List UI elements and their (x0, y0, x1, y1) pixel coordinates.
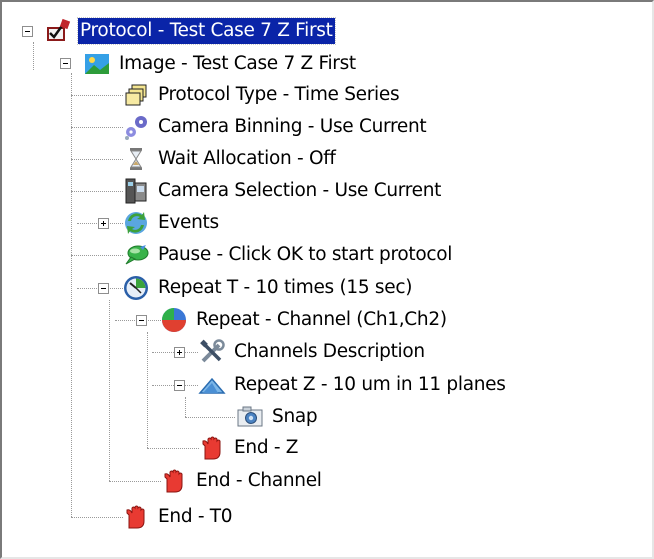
tree-connector (71, 127, 123, 128)
tree-item-label: Wait Allocation - Off (158, 148, 336, 169)
hand-icon (160, 467, 188, 495)
tree-item-channels-description[interactable]: Channels Description (198, 336, 427, 368)
triangle-icon (198, 371, 226, 399)
color-wheel-icon (160, 306, 188, 334)
tree-item-label: End - Channel (196, 470, 322, 491)
tree-connector (109, 481, 161, 482)
tree-connector (71, 159, 123, 160)
tree-item-label: Protocol - Test Case 7 Z First (77, 17, 336, 45)
tree-item-label: Image - Test Case 7 Z First (119, 53, 356, 74)
tree-connector (185, 417, 235, 418)
tree-item-label: Camera Binning - Use Current (158, 116, 427, 137)
camera-icon (236, 403, 264, 431)
expand-toggle-events[interactable] (98, 218, 109, 229)
protocol-icon (44, 17, 72, 45)
events-icon (122, 209, 150, 237)
tree-item-label: Repeat - Channel (Ch1,Ch2) (196, 309, 447, 330)
tree-item-repeat-t[interactable]: Repeat T - 10 times (15 sec) (122, 272, 414, 304)
tree-item-wait-allocation[interactable]: Wait Allocation - Off (122, 143, 338, 175)
tree-item-label: Snap (272, 406, 318, 427)
tree-item-protocol-type[interactable]: Protocol Type - Time Series (122, 79, 401, 111)
collapse-toggle-repeat-channel[interactable] (136, 315, 147, 326)
expand-toggle-channels-description[interactable] (174, 347, 185, 358)
protocol-tree-view[interactable]: Protocol - Test Case 7 Z First Image - T… (0, 0, 654, 559)
speech-bubble-icon (122, 241, 150, 269)
tree-item-label: Camera Selection - Use Current (158, 180, 442, 201)
tree-connector (33, 42, 34, 70)
tree-connector (109, 300, 110, 481)
tree-item-end-z[interactable]: End - Z (198, 432, 300, 464)
tree-item-camera-binning[interactable]: Camera Binning - Use Current (122, 111, 428, 143)
tree-item-label: Channels Description (234, 341, 425, 362)
gears-icon (122, 113, 150, 141)
image-icon (83, 50, 111, 78)
collapse-toggle-repeat-z[interactable] (174, 380, 185, 391)
tree-item-snap[interactable]: Snap (236, 401, 319, 433)
tree-item-repeat-z[interactable]: Repeat Z - 10 um in 11 planes (198, 369, 508, 401)
tree-connector (147, 332, 148, 448)
tree-connector (71, 73, 72, 517)
tools-icon (198, 338, 226, 366)
tree-item-repeat-channel[interactable]: Repeat - Channel (Ch1,Ch2) (160, 304, 449, 336)
tree-connector (71, 191, 123, 192)
camera-selection-icon (122, 177, 150, 205)
tree-item-protocol[interactable]: Protocol - Test Case 7 Z First (44, 15, 336, 47)
hand-icon (198, 434, 226, 462)
tree-item-label: Repeat Z - 10 um in 11 planes (234, 374, 506, 395)
collapse-toggle-image[interactable] (60, 58, 71, 69)
tree-item-pause[interactable]: Pause - Click OK to start protocol (122, 239, 454, 271)
tree-item-camera-selection[interactable]: Camera Selection - Use Current (122, 175, 443, 207)
tree-item-label: Protocol Type - Time Series (158, 84, 400, 105)
tree-item-end-channel[interactable]: End - Channel (160, 465, 324, 497)
tree-item-label: Pause - Click OK to start protocol (158, 244, 453, 265)
clock-icon (122, 274, 150, 302)
collapse-toggle-repeat-t[interactable] (98, 283, 109, 294)
tree-connector (71, 517, 123, 518)
tree-item-end-t[interactable]: End - T0 (122, 501, 234, 533)
collapse-toggle-protocol[interactable] (22, 26, 33, 37)
stack-icon (122, 81, 150, 109)
tree-connector (185, 397, 186, 417)
tree-item-label: End - T0 (158, 506, 233, 527)
tree-item-events[interactable]: Events (122, 207, 221, 239)
tree-item-label: End - Z (234, 437, 299, 458)
tree-connector (71, 95, 123, 96)
tree-connector (71, 255, 123, 256)
tree-item-image[interactable]: Image - Test Case 7 Z First (83, 48, 358, 80)
hourglass-icon (122, 145, 150, 173)
hand-icon (122, 503, 150, 531)
tree-item-label: Events (158, 212, 219, 233)
tree-connector (147, 448, 199, 449)
tree-item-label: Repeat T - 10 times (15 sec) (158, 277, 413, 298)
